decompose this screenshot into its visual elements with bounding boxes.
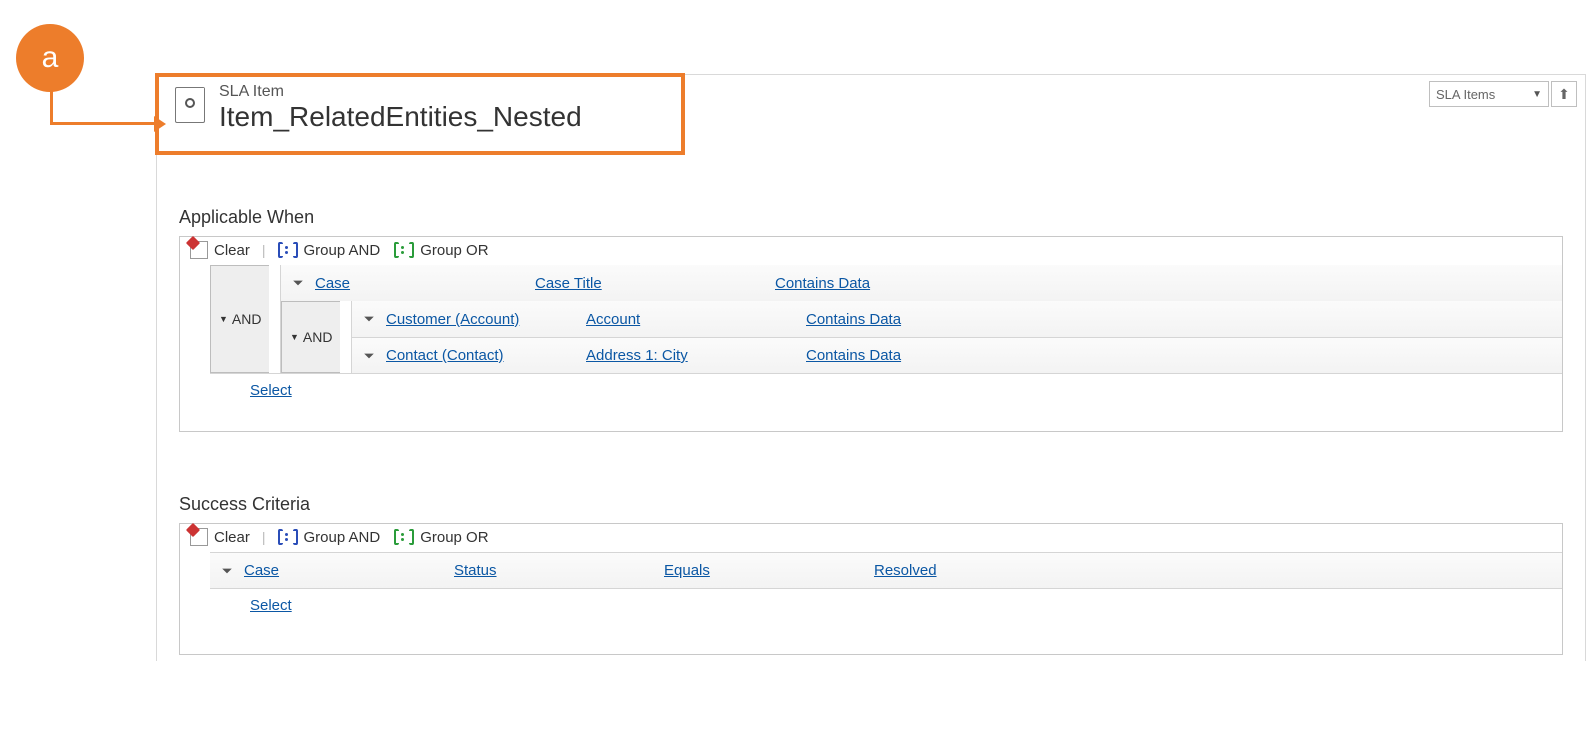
condition-toolbar: Clear | Group AND Group OR [180,524,1562,552]
row-expand-button[interactable] [216,560,238,582]
group-and-icon [278,528,298,546]
annotation-badge-label: a [42,41,59,75]
condition-toolbar: Clear | Group AND Group OR [180,237,1562,265]
chevron-down-icon [221,565,233,577]
annotation-arrow [50,110,160,130]
select-entity-link[interactable]: Select [250,382,292,399]
nested-and-operator[interactable]: ▼ AND [281,301,340,373]
chevron-down-icon [363,313,375,325]
clear-button[interactable]: Clear [186,528,254,546]
caret-down-icon: ▼ [1532,89,1542,100]
group-and-label: Group AND [304,242,381,259]
condition-row: Contact (Contact) Address 1: City Contai… [352,337,1562,373]
clear-button-label: Clear [214,529,250,546]
nested-and-label: AND [303,329,333,345]
condition-body: ▼ AND Case Case Title Contains Data [180,265,1562,431]
applicable-when-section: Applicable When Clear | Group AND Group … [157,151,1585,438]
condition-body: Case Status Equals Resolved Select [180,552,1562,654]
applicable-when-title: Applicable When [179,207,1563,228]
group-or-button[interactable]: Group OR [390,241,492,259]
clause-field[interactable]: Status [454,562,664,579]
group-or-button[interactable]: Group OR [390,528,492,546]
caret-down-icon: ▼ [290,332,299,342]
clause-operator[interactable]: Contains Data [775,275,1562,292]
add-clause-row: Select [210,588,1562,622]
scroll-up-button[interactable]: ⬆ [1551,81,1577,107]
form-section-selector-label: SLA Items [1436,87,1495,102]
clause-entity[interactable]: Customer (Account) [386,311,586,328]
clause-entity[interactable]: Contact (Contact) [386,347,586,364]
clause-field[interactable]: Address 1: City [586,347,806,364]
condition-row: Customer (Account) Account Contains Data [352,301,1562,337]
group-and-button[interactable]: Group AND [274,528,385,546]
applicable-when-condition-editor: Clear | Group AND Group OR ▼ [179,236,1563,432]
add-clause-row: Select [210,373,1562,407]
chevron-down-icon [363,350,375,362]
group-or-label: Group OR [420,242,488,259]
group-and-button[interactable]: Group AND [274,241,385,259]
outer-and-operator[interactable]: ▼ AND [210,265,269,373]
row-expand-button[interactable] [287,272,309,294]
group-or-icon [394,241,414,259]
annotation-badge: a [16,24,84,92]
clause-entity[interactable]: Case [244,562,454,579]
arrow-up-icon: ⬆ [1558,86,1570,103]
clause-field[interactable]: Case Title [535,275,775,292]
outer-and-label: AND [232,311,262,327]
group-and-label: Group AND [304,529,381,546]
row-expand-button[interactable] [358,345,380,367]
clear-button-label: Clear [214,242,250,259]
group-or-label: Group OR [420,529,488,546]
clause-operator[interactable]: Contains Data [806,347,1562,364]
caret-down-icon: ▼ [219,314,228,324]
condition-row: Case Status Equals Resolved [210,552,1562,588]
success-criteria-title: Success Criteria [179,494,1563,515]
clear-icon [190,528,208,546]
row-expand-button[interactable] [358,308,380,330]
clause-field[interactable]: Account [586,311,806,328]
chevron-down-icon [292,277,304,289]
success-criteria-section: Success Criteria Clear | Group AND Group… [157,438,1585,661]
success-criteria-condition-editor: Clear | Group AND Group OR Case [179,523,1563,655]
clause-value[interactable]: Resolved [874,562,1562,579]
sla-item-entity-icon [175,87,205,123]
clause-entity[interactable]: Case [315,275,535,292]
group-and-icon [278,241,298,259]
clear-button[interactable]: Clear [186,241,254,259]
condition-row: Case Case Title Contains Data [281,265,1562,301]
form-section-selector[interactable]: SLA Items ▼ [1429,81,1549,107]
form-header: SLA Item Item_RelatedEntities_Nested SLA… [157,75,1585,151]
clause-operator[interactable]: Contains Data [806,311,1562,328]
form-panel: SLA Item Item_RelatedEntities_Nested SLA… [156,74,1586,661]
clear-icon [190,241,208,259]
record-title: Item_RelatedEntities_Nested [219,101,582,133]
group-or-icon [394,528,414,546]
select-entity-link[interactable]: Select [250,597,292,614]
entity-type-label: SLA Item [219,83,582,101]
clause-operator[interactable]: Equals [664,562,874,579]
